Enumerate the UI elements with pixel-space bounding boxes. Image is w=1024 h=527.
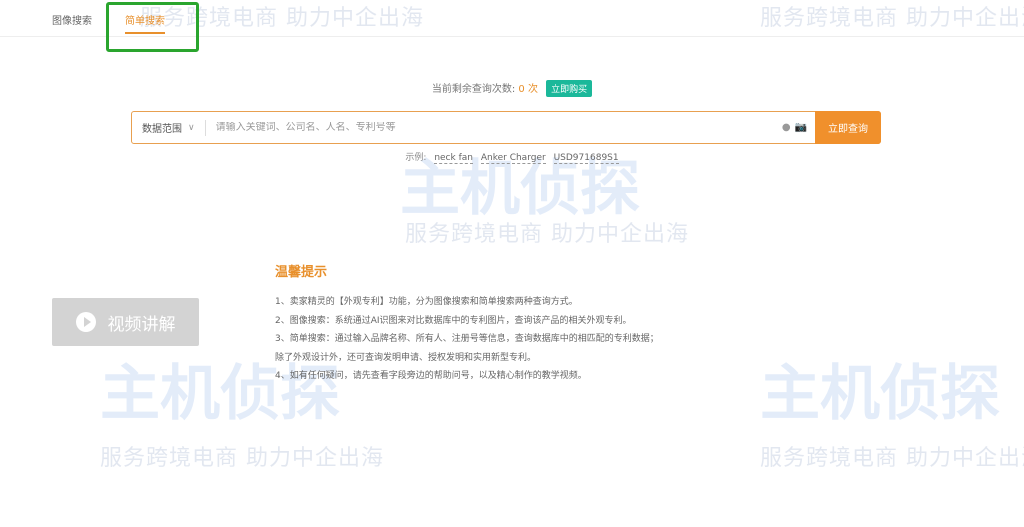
watermark-logo: 主机侦探 [760, 359, 1000, 429]
remaining-count: 0 次 [518, 84, 538, 95]
remaining-label: 当前剩余查询次数: [431, 84, 516, 95]
tips-list: 1、卖家精灵的【外观专利】功能，分为图像搜索和简单搜索两种查询方式。 2、图像搜… [275, 293, 659, 386]
video-tutorial-label: 视频讲解 [107, 314, 176, 335]
highlight-box [106, 2, 199, 52]
remaining-queries: 当前剩余查询次数: 0 次 立即购买 [0, 80, 1024, 97]
data-scope-dropdown[interactable]: 数据范围 ∨ [132, 119, 206, 136]
tab-image-search[interactable]: 图像搜索 [52, 12, 92, 27]
watermark-text: 服务跨境电商 助力中企出海 [100, 446, 384, 471]
help-icon[interactable]: ● [782, 122, 791, 133]
examples-label: 示例: [405, 153, 427, 163]
video-tutorial-button[interactable]: 视频讲解 [52, 298, 199, 346]
example-link[interactable]: Anker Charger [480, 153, 546, 164]
example-link[interactable]: USD971689S1 [553, 153, 619, 164]
example-link[interactable]: neck fan [434, 153, 473, 164]
search-input[interactable] [205, 122, 782, 133]
chevron-down-icon: ∨ [188, 122, 195, 133]
tip-line: 除了外观设计外，还可查询发明申请、授权发明和实用新型专利。 [275, 352, 537, 363]
watermark-text: 服务跨境电商 助力中企出海 [760, 446, 1024, 471]
search-bar: 数据范围 ∨ ● 📷 立即查询 [131, 111, 881, 144]
examples: 示例: neck fan Anker Charger USD971689S1 [0, 150, 1024, 164]
buy-now-button[interactable]: 立即购买 [546, 80, 593, 97]
tip-line: 1、卖家精灵的【外观专利】功能，分为图像搜索和简单搜索两种查询方式。 [275, 297, 578, 307]
tip-line: 3、简单搜索：通过输入品牌名称、所有人、注册号等信息，查询数据库中的相匹配的专利… [275, 334, 659, 344]
tip-line: 2、图像搜索：系统通过AI识图来对比数据库中的专利图片，查询该产品的相关外观专利… [275, 315, 632, 326]
search-button[interactable]: 立即查询 [815, 111, 881, 144]
camera-icon[interactable]: 📷 [795, 122, 807, 133]
play-icon [75, 312, 96, 332]
watermark-text: 服务跨境电商 助力中企出海 [405, 222, 689, 247]
data-scope-label: 数据范围 [142, 124, 182, 135]
tip-line: 4、如有任何疑问，请先查看字段旁边的帮助问号，以及精心制作的教学视频。 [275, 371, 587, 381]
tips-title: 温馨提示 [275, 265, 328, 280]
